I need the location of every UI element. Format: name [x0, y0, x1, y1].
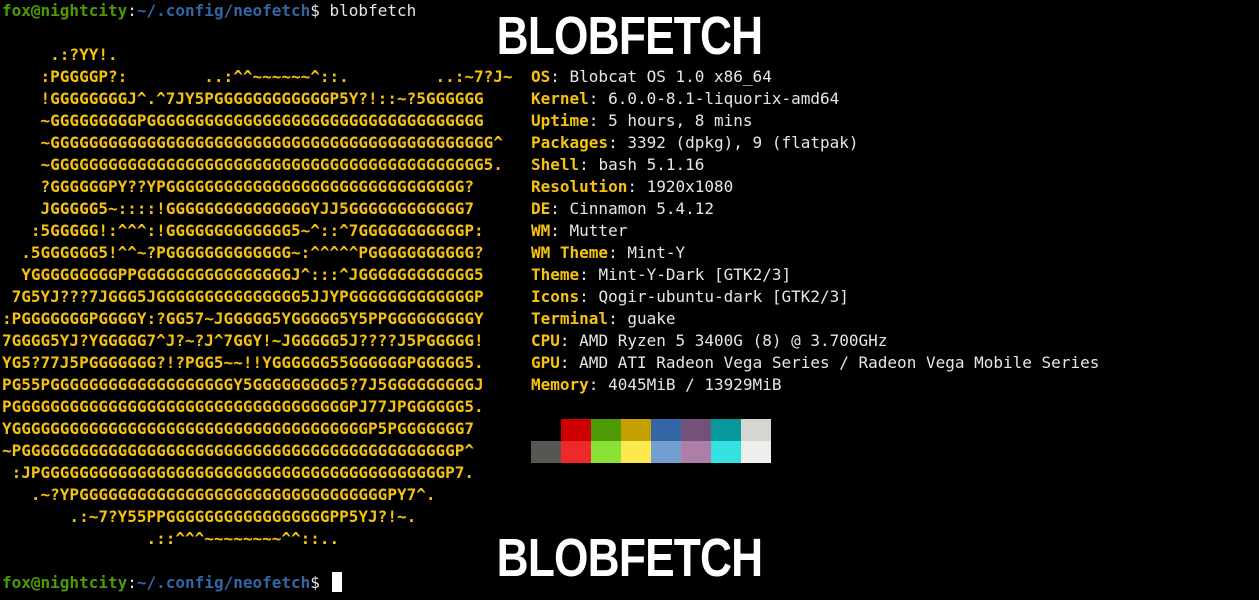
palette-swatch [621, 419, 651, 441]
info-value: Cinnamon 5.4.12 [569, 199, 715, 218]
info-key: Kernel [531, 89, 589, 108]
info-row: OS: Blobcat OS 1.0 x86_64 [531, 67, 772, 86]
info-row: Terminal: guake [531, 309, 676, 328]
info-value: guake [627, 309, 676, 328]
prompt-user-host: fox@nightcity [2, 573, 128, 592]
info-key: CPU [531, 331, 560, 350]
info-key: GPU [531, 353, 560, 372]
palette-swatch [531, 441, 561, 463]
info-row: Uptime: 5 hours, 8 mins [531, 111, 753, 130]
info-value: 4045MiB / 13929MiB [608, 375, 782, 394]
info-row: Shell: bash 5.1.16 [531, 155, 705, 174]
system-info-list: OS: Blobcat OS 1.0 x86_64 Kernel: 6.0.0-8… [531, 66, 1099, 396]
palette-swatch [681, 419, 711, 441]
info-value: Mutter [569, 221, 628, 240]
color-palette [531, 419, 771, 463]
info-key: Packages [531, 133, 609, 152]
info-value: 1920x1080 [646, 177, 734, 196]
info-key: Terminal [531, 309, 609, 328]
palette-swatch [531, 419, 561, 441]
palette-swatch [561, 441, 591, 463]
info-value: AMD Ryzen 5 3400G (8) @ 3.700GHz [579, 331, 888, 350]
info-value: Mint-Y-Dark [GTK2/3] [598, 265, 792, 284]
blobcat-ascii-art: .:?YY!. :PGGGGP?: ..:^^~~~~~~^::. ..:~7?… [2, 45, 513, 548]
caption-bottom: BLOBFETCH [496, 528, 763, 588]
info-value: 5 hours, 8 mins [608, 111, 753, 130]
caption-top: BLOBFETCH [496, 6, 763, 66]
info-row: WM: Mutter [531, 221, 628, 240]
info-row: Icons: Qogir-ubuntu-dark [GTK2/3] [531, 287, 849, 306]
info-value: 3392 (dpkg), 9 (flatpak) [627, 133, 859, 152]
info-key: WM Theme [531, 243, 609, 262]
info-value: AMD ATI Radeon Vega Series / Radeon Vega… [579, 353, 1100, 372]
info-row: DE: Cinnamon 5.4.12 [531, 199, 715, 218]
palette-swatch [561, 419, 591, 441]
palette-swatch [711, 419, 741, 441]
info-key: Resolution [531, 177, 628, 196]
info-row: Kernel: 6.0.0-8.1-liquorix-amd64 [531, 89, 840, 108]
info-key: Uptime [531, 111, 589, 130]
palette-swatch [621, 441, 651, 463]
info-key: OS [531, 67, 551, 86]
palette-swatch [741, 419, 771, 441]
info-key: WM [531, 221, 551, 240]
palette-swatch [591, 441, 621, 463]
info-key: Theme [531, 265, 580, 284]
info-value: Blobcat OS 1.0 x86_64 [569, 67, 772, 86]
info-row: Memory: 4045MiB / 13929MiB [531, 375, 782, 394]
info-key: DE [531, 199, 551, 218]
info-row: Resolution: 1920x1080 [531, 177, 734, 196]
info-row: CPU: AMD Ryzen 5 3400G (8) @ 3.700GHz [531, 331, 888, 350]
prompt-user-host: fox@nightcity [2, 1, 128, 20]
palette-swatch [711, 441, 741, 463]
info-value: 6.0.0-8.1-liquorix-amd64 [608, 89, 840, 108]
palette-swatch [651, 419, 681, 441]
info-key: Icons [531, 287, 580, 306]
palette-swatch [651, 441, 681, 463]
info-value: bash 5.1.16 [598, 155, 705, 174]
palette-swatch [741, 441, 771, 463]
palette-swatch [591, 419, 621, 441]
info-value: Mint-Y [627, 243, 686, 262]
palette-swatch [681, 441, 711, 463]
info-key: Shell [531, 155, 580, 174]
info-row: Theme: Mint-Y-Dark [GTK2/3] [531, 265, 792, 284]
info-row: Packages: 3392 (dpkg), 9 (flatpak) [531, 133, 859, 152]
info-value: Qogir-ubuntu-dark [GTK2/3] [598, 287, 849, 306]
info-row: WM Theme: Mint-Y [531, 243, 686, 262]
info-row: GPU: AMD ATI Radeon Vega Series / Radeon… [531, 353, 1100, 372]
info-key: Memory [531, 375, 589, 394]
